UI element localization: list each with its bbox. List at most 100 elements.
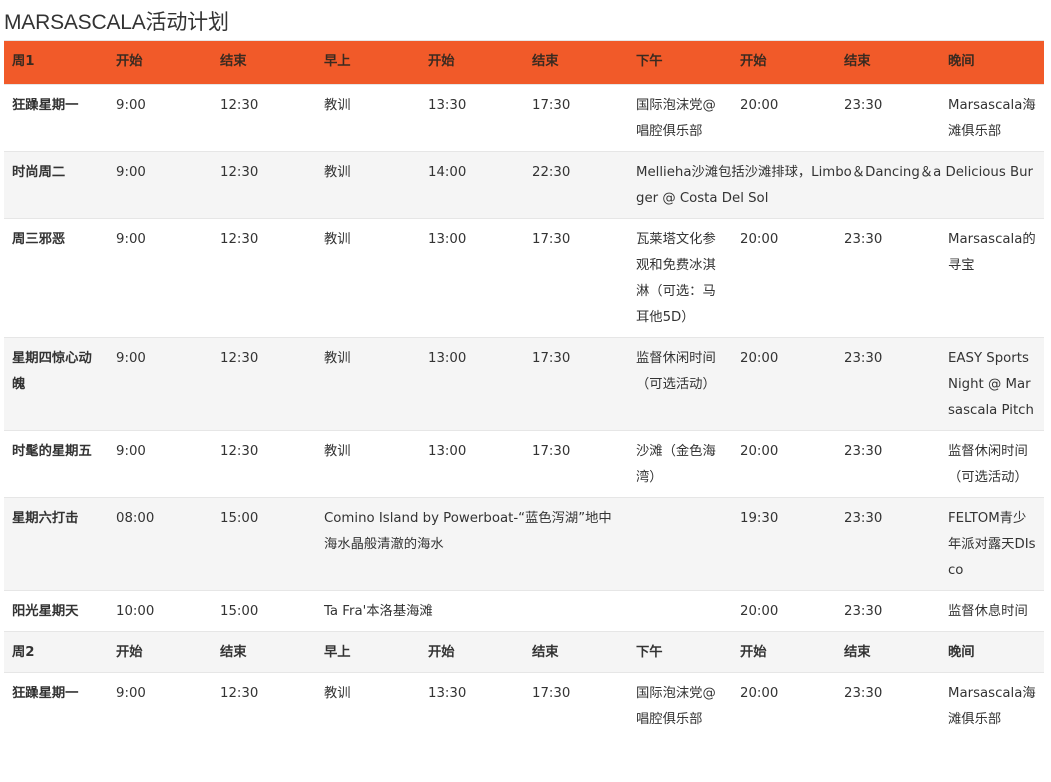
table-cell: 23:30 (836, 672, 940, 739)
table-cell: 12:30 (212, 672, 316, 739)
day-cell: 狂躁星期一 (4, 84, 108, 152)
table-cell: 国际泡沫党@唱腔俱乐部 (628, 84, 732, 152)
table-cell: 13:30 (420, 84, 524, 152)
table-cell: 19:30 (732, 497, 836, 591)
table-cell: Ta Fra'本洛基海滩 (316, 590, 628, 632)
table-cell: EASY Sports Night @ Marsascala Pitch (940, 337, 1044, 431)
table-cell: 20:00 (732, 218, 836, 338)
table-cell: 12:30 (212, 84, 316, 152)
table-cell: 结束 (212, 631, 316, 673)
table-cell: 20:00 (732, 337, 836, 431)
table-cell: Marsascala海滩俱乐部 (940, 84, 1044, 152)
table-cell: 23:30 (836, 430, 940, 498)
table-cell: 17:30 (524, 218, 628, 338)
schedule-body: 狂躁星期一 9:00 12:30 教训 13:30 17:30 国际泡沫党@唱腔俱乐部 20:… (4, 84, 1044, 739)
table-cell: 教训 (316, 151, 420, 219)
table-cell: 13:00 (420, 430, 524, 498)
table-cell: 17:30 (524, 430, 628, 498)
table-cell: Mellieha沙滩包括沙滩排球，Limbo＆Dancing＆a Delicio… (628, 151, 1044, 219)
table-cell: 23:30 (836, 218, 940, 338)
table-cell: 国际泡沫党@唱腔俱乐部 (628, 672, 732, 739)
table-header-row: 周1 开始 结束 早上 开始 结束 下午 开始 结束 晚间 (4, 40, 1044, 85)
table-cell: 20:00 (732, 590, 836, 632)
table-cell: 瓦莱塔文化参观和免费冰淇淋（可选：马耳他5D） (628, 218, 732, 338)
table-cell: 9:00 (108, 151, 212, 219)
table-cell: 9:00 (108, 337, 212, 431)
table-row: 狂躁星期一 9:00 12:30 教训 13:30 17:30 国际泡沫党@唱腔俱乐部 20:… (4, 672, 1044, 739)
table-cell: 12:30 (212, 151, 316, 219)
table-cell (628, 590, 732, 632)
table-cell: 教训 (316, 337, 420, 431)
header-cell-afternoon: 下午 (628, 40, 732, 85)
table-cell: 9:00 (108, 430, 212, 498)
table-cell: 监督休闲时间（可选活动） (940, 430, 1044, 498)
table-cell: 9:00 (108, 672, 212, 739)
table-cell: 15:00 (212, 590, 316, 632)
table-cell: 开始 (108, 631, 212, 673)
header-cell-evening: 晚间 (940, 40, 1044, 85)
table-cell: Marsascala的寻宝 (940, 218, 1044, 338)
table-cell: 开始 (732, 631, 836, 673)
table-cell: 17:30 (524, 672, 628, 739)
table-subheader-row: 周2 开始 结束 早上 开始 结束 下午 开始 结束 晚间 (4, 631, 1044, 673)
table-cell: 15:00 (212, 497, 316, 591)
table-cell: 9:00 (108, 218, 212, 338)
day-cell: 阳光星期天 (4, 590, 108, 632)
table-cell: 23:30 (836, 84, 940, 152)
table-cell: 结束 (836, 631, 940, 673)
table-cell: 08:00 (108, 497, 212, 591)
table-cell: 20:00 (732, 672, 836, 739)
header-cell-start: 开始 (108, 40, 212, 85)
table-cell: 12:30 (212, 430, 316, 498)
table-cell: 沙滩（金色海湾） (628, 430, 732, 498)
table-row: 狂躁星期一 9:00 12:30 教训 13:30 17:30 国际泡沫党@唱腔俱乐部 20:… (4, 84, 1044, 152)
header-cell-morning: 早上 (316, 40, 420, 85)
table-cell: 10:00 (108, 590, 212, 632)
table-cell: 20:00 (732, 84, 836, 152)
table-cell: 17:30 (524, 337, 628, 431)
table-cell: 23:30 (836, 337, 940, 431)
table-cell: 20:00 (732, 430, 836, 498)
day-cell: 狂躁星期一 (4, 672, 108, 739)
table-cell: Marsascala海滩俱乐部 (940, 672, 1044, 739)
header-cell-end: 结束 (524, 40, 628, 85)
table-cell: 教训 (316, 430, 420, 498)
table-cell: 14:00 (420, 151, 524, 219)
table-cell: 教训 (316, 84, 420, 152)
table-cell: 22:30 (524, 151, 628, 219)
day-cell: 周三邪恶 (4, 218, 108, 338)
header-cell-start: 开始 (420, 40, 524, 85)
table-row: 星期四惊心动魄 9:00 12:30 教训 13:00 17:30 监督休闲时间（可选活动）… (4, 337, 1044, 431)
table-cell: 12:30 (212, 337, 316, 431)
schedule-table: 周1 开始 结束 早上 开始 结束 下午 开始 结束 晚间 狂躁星期一 9:00 1… (4, 40, 1044, 739)
table-row: 时髦的星期五 9:00 12:30 教训 13:00 17:30 沙滩（金色海湾） 20:00… (4, 430, 1044, 498)
table-row: 时尚周二 9:00 12:30 教训 14:00 22:30 Mellieha沙滩包括沙滩排… (4, 151, 1044, 219)
table-cell: 晚间 (940, 631, 1044, 673)
table-cell: 开始 (420, 631, 524, 673)
table-row: 阳光星期天 10:00 15:00 Ta Fra'本洛基海滩 20:00 23:30 监督休… (4, 590, 1044, 632)
table-cell: 监督休息时间 (940, 590, 1044, 632)
header-cell-end: 结束 (836, 40, 940, 85)
day-cell: 星期四惊心动魄 (4, 337, 108, 431)
day-cell: 周2 (4, 631, 108, 673)
table-cell: 教训 (316, 218, 420, 338)
table-cell: 结束 (524, 631, 628, 673)
table-row: 星期六打击 08:00 15:00 Comino Island by Powerboa… (4, 497, 1044, 591)
day-cell: 星期六打击 (4, 497, 108, 591)
table-cell: 早上 (316, 631, 420, 673)
header-cell-start: 开始 (732, 40, 836, 85)
table-cell: 下午 (628, 631, 732, 673)
table-cell: 9:00 (108, 84, 212, 152)
table-cell: 13:00 (420, 337, 524, 431)
table-cell: 23:30 (836, 590, 940, 632)
table-cell: 监督休闲时间（可选活动） (628, 337, 732, 431)
table-cell: 12:30 (212, 218, 316, 338)
table-cell: 13:00 (420, 218, 524, 338)
page-title: MARSASCALA活动计划 (4, 11, 229, 34)
table-cell: FELTOM青少年派对露天DIsco (940, 497, 1044, 591)
table-row: 周三邪恶 9:00 12:30 教训 13:00 17:30 瓦莱塔文化参观和免费冰淇淋（可… (4, 218, 1044, 338)
table-cell: 23:30 (836, 497, 940, 591)
table-cell (628, 497, 732, 591)
table-cell: 教训 (316, 672, 420, 739)
table-cell: 17:30 (524, 84, 628, 152)
